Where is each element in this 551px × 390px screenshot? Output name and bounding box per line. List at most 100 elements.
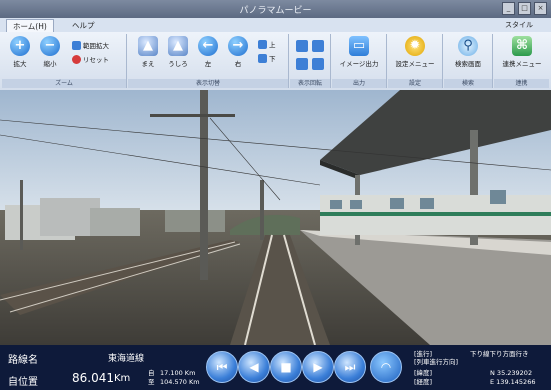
group-zoom: + 拡大 − 縮小 範囲拡大 リセット ズーム <box>2 34 127 88</box>
group-view: ▲ まえ ▲ うしろ ← 左 → 右 上 下 表示切替 <box>128 34 289 88</box>
image-output-button[interactable]: ▭ イメージ出力 <box>338 36 380 68</box>
direction-value: 下り線下り方面行き <box>470 350 529 358</box>
range-zoom-icon <box>72 40 81 50</box>
view-front-label: まえ <box>141 60 155 68</box>
minimize-button[interactable]: _ <box>502 2 515 15</box>
arrow-left-icon: ← <box>198 36 218 56</box>
nav-stop-button[interactable]: ■ <box>270 351 302 383</box>
to-value: 104.570 Km <box>160 378 200 386</box>
zoom-in-label: 拡大 <box>13 60 27 68</box>
view-front-button[interactable]: ▲ まえ <box>134 36 162 68</box>
rotate-down-right-icon <box>312 58 324 70</box>
ribbon-tabs: ホーム(H) ヘルプ スタイル <box>0 18 551 33</box>
group-link: ⌘ 連携メニュー 連携 <box>494 34 549 88</box>
group-view-label: 表示切替 <box>128 79 288 88</box>
rotate-left-button[interactable] <box>296 40 308 52</box>
rotate-down-left-icon <box>296 58 308 70</box>
ribbon: + 拡大 − 縮小 範囲拡大 リセット ズーム ▲ まえ ▲ うしろ ← 左 →… <box>0 32 551 91</box>
from-value: 17.100 Km <box>160 369 196 377</box>
next-icon: ▶ <box>313 360 323 374</box>
view-back-label: うしろ <box>168 60 188 68</box>
zoom-in-button[interactable]: + 拡大 <box>6 36 34 68</box>
lon-value: E 139.145266 <box>490 378 536 386</box>
reset-icon <box>72 54 81 64</box>
view-back-button[interactable]: ▲ うしろ <box>164 36 192 68</box>
network-icon: ⌘ <box>512 36 532 56</box>
skip-forward-icon: ⏭ <box>344 360 356 374</box>
plus-icon: + <box>10 36 30 56</box>
group-link-label: 連携 <box>494 79 549 88</box>
monitor-icon: ▭ <box>349 36 369 56</box>
view-down-label: 下 <box>269 55 276 63</box>
railway-photo <box>0 90 551 345</box>
nav-last-button[interactable]: ⏭ <box>334 351 366 383</box>
skip-back-icon: ⏮ <box>216 360 228 374</box>
group-rotate: 表示回転 <box>290 34 331 88</box>
arrow-down-icon <box>258 53 267 63</box>
minus-icon: − <box>40 36 60 56</box>
reset-label: リセット <box>83 56 109 64</box>
reset-button[interactable]: リセット <box>72 54 109 64</box>
link-menu-button[interactable]: ⌘ 連携メニュー <box>500 36 544 68</box>
position-value: 86.041 <box>72 371 114 385</box>
nav-first-button[interactable]: ⏮ <box>206 351 238 383</box>
group-search-label: 検索 <box>444 79 492 88</box>
rotate-right-button[interactable] <box>312 40 324 52</box>
settings-menu-label: 設定メニュー <box>395 60 435 68</box>
group-output-label: 出力 <box>332 79 386 88</box>
range-zoom-button[interactable]: 範囲拡大 <box>72 40 109 50</box>
group-rotate-label: 表示回転 <box>290 79 330 88</box>
search-screen-button[interactable]: ⚲ 検索画面 <box>450 36 486 68</box>
view-right-button[interactable]: → 右 <box>224 36 252 68</box>
close-button[interactable]: × <box>534 2 547 15</box>
gear-icon: ✹ <box>405 36 425 56</box>
position-label: 自位置 <box>8 377 38 388</box>
tab-help[interactable]: ヘルプ <box>66 19 101 32</box>
maximize-button[interactable]: □ <box>518 2 531 15</box>
group-settings-label: 設定 <box>388 79 442 88</box>
rotate-down-left-button[interactable] <box>296 58 308 70</box>
style-menu[interactable]: スタイル <box>505 20 533 30</box>
route-value: 東海道線 <box>108 354 145 364</box>
group-search: ⚲ 検索画面 検索 <box>444 34 493 88</box>
person-back-icon: ▲ <box>168 36 188 56</box>
to-label: 至 <box>148 378 155 386</box>
wifi-button[interactable]: ◠ <box>370 351 402 383</box>
status-bar: 路線名 東海道線 自位置 86.041 Km 自 17.100 Km 至 104… <box>0 345 551 390</box>
nav-next-button[interactable]: ▶ <box>302 351 334 383</box>
route-label: 路線名 <box>8 355 38 366</box>
group-output: ▭ イメージ出力 出力 <box>332 34 387 88</box>
view-up-button[interactable]: 上 <box>258 39 276 49</box>
arrow-right-icon: → <box>228 36 248 56</box>
zoom-out-button[interactable]: − 縮小 <box>36 36 64 68</box>
range-zoom-label: 範囲拡大 <box>83 42 109 50</box>
view-left-button[interactable]: ← 左 <box>194 36 222 68</box>
zoom-out-label: 縮小 <box>43 60 57 68</box>
title-bar: パノラマムービー _ □ × <box>0 0 551 18</box>
link-menu-label: 連携メニュー <box>502 60 542 68</box>
rotate-down-right-button[interactable] <box>312 58 324 70</box>
arrow-up-icon <box>258 39 267 49</box>
panorama-view[interactable] <box>0 90 551 345</box>
view-up-label: 上 <box>269 41 276 49</box>
magnifier-icon: ⚲ <box>458 36 478 56</box>
rotate-right-icon <box>312 40 324 52</box>
settings-menu-button[interactable]: ✹ 設定メニュー <box>394 36 436 68</box>
stop-icon: ■ <box>280 360 292 374</box>
tab-home[interactable]: ホーム(H) <box>6 19 54 33</box>
view-right-label: 右 <box>234 60 242 68</box>
lon-label: [経度] <box>414 378 433 386</box>
prev-icon: ◀ <box>249 360 259 374</box>
view-down-button[interactable]: 下 <box>258 53 276 63</box>
group-zoom-label: ズーム <box>2 79 126 88</box>
nav-prev-button[interactable]: ◀ <box>238 351 270 383</box>
direction-sub-label: [列車進行方向] <box>414 358 459 366</box>
group-settings: ✹ 設定メニュー 設定 <box>388 34 443 88</box>
direction-label: [進行] <box>414 350 433 358</box>
lat-value: N 35.239202 <box>490 369 533 377</box>
image-output-label: イメージ出力 <box>339 60 379 68</box>
rotate-left-icon <box>296 40 308 52</box>
from-label: 自 <box>148 369 155 377</box>
position-unit: Km <box>114 373 131 384</box>
lat-label: [緯度] <box>414 369 433 377</box>
